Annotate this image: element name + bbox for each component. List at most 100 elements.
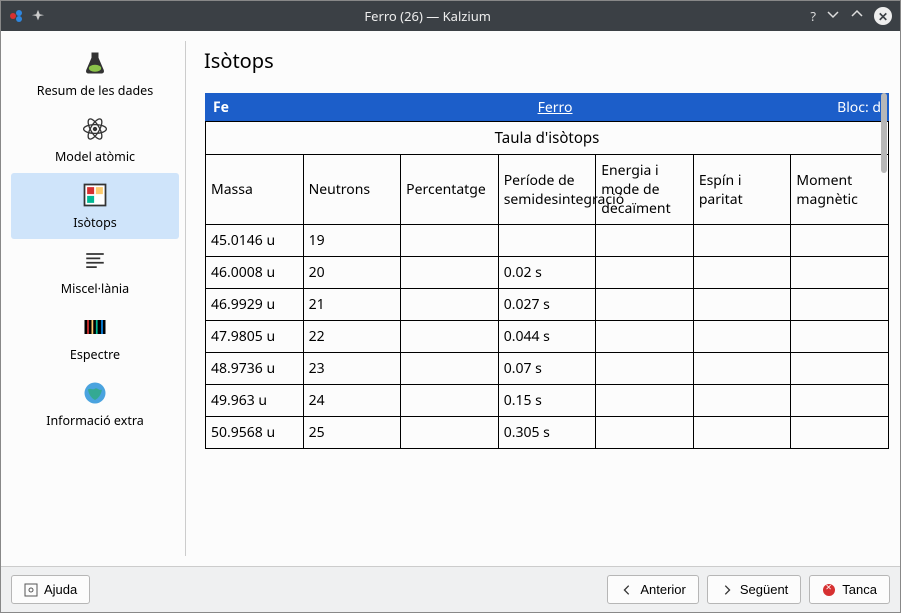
help-label: Ajuda [44, 582, 77, 597]
cell-spin [693, 321, 791, 353]
cell-energy [596, 385, 694, 417]
sidebar: Resum de les dades Model atòmic Isòtops … [11, 41, 186, 556]
prev-button[interactable]: Anterior [607, 575, 699, 604]
titlebar[interactable]: Ferro (26) — Kalzium ? ✕ [1, 1, 900, 31]
window-title: Ferro (26) — Kalzium [45, 7, 810, 25]
cell-energy [596, 417, 694, 449]
cell-mag [791, 225, 889, 257]
cell-neutrons: 24 [303, 385, 401, 417]
cell-pct [401, 289, 499, 321]
sidebar-item-extra[interactable]: Informació extra [11, 371, 179, 437]
cell-mass: 46.0008 u [206, 257, 304, 289]
next-button[interactable]: Següent [707, 575, 801, 604]
cell-mass: 46.9929 u [206, 289, 304, 321]
sidebar-item-label: Miscel·lània [61, 280, 129, 297]
cell-mag [791, 385, 889, 417]
table-row: 50.9568 u25 0.305 s [206, 417, 889, 449]
cell-neutrons: 22 [303, 321, 401, 353]
isotope-table: Taula d'isòtops Massa Neutrons Percentat… [205, 121, 889, 449]
col-spin: Espín i paritat [693, 155, 791, 225]
cell-half: 0.07 s [498, 353, 596, 385]
cell-half: 0.027 s [498, 289, 596, 321]
cell-mass: 48.9736 u [206, 353, 304, 385]
cell-energy [596, 321, 694, 353]
grid-icon [79, 179, 111, 211]
cell-pct [401, 417, 499, 449]
help-button[interactable]: Ajuda [11, 575, 90, 604]
cell-spin [693, 353, 791, 385]
element-symbol: Fe [213, 98, 273, 117]
spectrum-icon [79, 311, 111, 343]
table-caption: Taula d'isòtops [206, 122, 889, 155]
scrollbar[interactable] [881, 93, 887, 173]
table-row: 46.0008 u200.02 s [206, 257, 889, 289]
sidebar-item-atomic-model[interactable]: Model atòmic [11, 107, 179, 173]
sidebar-item-label: Espectre [70, 346, 120, 363]
table-header-row: Massa Neutrons Percentatge Període de se… [206, 155, 889, 225]
cell-mag [791, 257, 889, 289]
cell-mag [791, 417, 889, 449]
cell-mass: 50.9568 u [206, 417, 304, 449]
cell-spin [693, 257, 791, 289]
app-icon [9, 8, 25, 24]
close-button[interactable]: Tanca [809, 575, 890, 604]
isotope-scroll-area[interactable]: Fe Ferro Bloc: d Taula d'isòtops Massa N… [204, 92, 890, 556]
app-window: Ferro (26) — Kalzium ? ✕ Resum de les da… [0, 0, 901, 613]
col-neutrons: Neutrons [303, 155, 401, 225]
col-magnetic: Moment magnètic [791, 155, 889, 225]
cell-half: 0.15 s [498, 385, 596, 417]
cell-mass: 49.963 u [206, 385, 304, 417]
cell-half: 0.305 s [498, 417, 596, 449]
col-energy: Energia i mode de decaïment [596, 155, 694, 225]
col-percentage: Percentatge [401, 155, 499, 225]
table-row: 49.963 u24 0.15 s [206, 385, 889, 417]
cell-pct [401, 225, 499, 257]
maximize-icon[interactable] [850, 7, 864, 25]
lines-icon [79, 245, 111, 277]
footer: Ajuda Anterior Següent Tanca [1, 566, 900, 612]
page-title: Isòtops [204, 47, 890, 74]
col-mass: Massa [206, 155, 304, 225]
chevron-right-icon [720, 583, 734, 597]
sidebar-item-label: Informació extra [46, 412, 144, 429]
cell-half: 0.044 s [498, 321, 596, 353]
cell-spin [693, 417, 791, 449]
flask-icon [79, 47, 111, 79]
cell-neutrons: 19 [303, 225, 401, 257]
cell-energy [596, 353, 694, 385]
close-label: Tanca [842, 582, 877, 597]
cell-mag [791, 289, 889, 321]
cell-mass: 47.9805 u [206, 321, 304, 353]
content-area: Resum de les dades Model atòmic Isòtops … [1, 31, 900, 566]
sidebar-item-label: Isòtops [73, 214, 117, 231]
cell-mass: 45.0146 u [206, 225, 304, 257]
cell-pct [401, 353, 499, 385]
table-row: 48.9736 u230.07 s [206, 353, 889, 385]
table-row: 46.9929 u210.027 s [206, 289, 889, 321]
element-header: Fe Ferro Bloc: d [205, 93, 889, 121]
cell-neutrons: 25 [303, 417, 401, 449]
cell-spin [693, 289, 791, 321]
element-name-link[interactable]: Ferro [273, 98, 837, 117]
cell-energy [596, 257, 694, 289]
next-label: Següent [740, 582, 788, 597]
cell-half: 0.02 s [498, 257, 596, 289]
cell-half [498, 225, 596, 257]
sidebar-item-spectrum[interactable]: Espectre [11, 305, 179, 371]
atom-icon [79, 113, 111, 145]
help-icon[interactable]: ? [810, 7, 816, 25]
pin-icon[interactable] [31, 9, 45, 23]
element-block: Bloc: d [837, 98, 881, 117]
col-halflife: Període de semidesintegració [498, 155, 596, 225]
cell-pct [401, 321, 499, 353]
sidebar-item-isotopes[interactable]: Isòtops [11, 173, 179, 239]
cell-pct [401, 257, 499, 289]
minimize-icon[interactable] [826, 7, 840, 25]
help-gear-icon [24, 583, 38, 597]
close-icon[interactable]: ✕ [874, 7, 892, 25]
cell-energy [596, 289, 694, 321]
cell-spin [693, 225, 791, 257]
sidebar-item-summary[interactable]: Resum de les dades [11, 41, 179, 107]
cell-mag [791, 321, 889, 353]
sidebar-item-misc[interactable]: Miscel·lània [11, 239, 179, 305]
